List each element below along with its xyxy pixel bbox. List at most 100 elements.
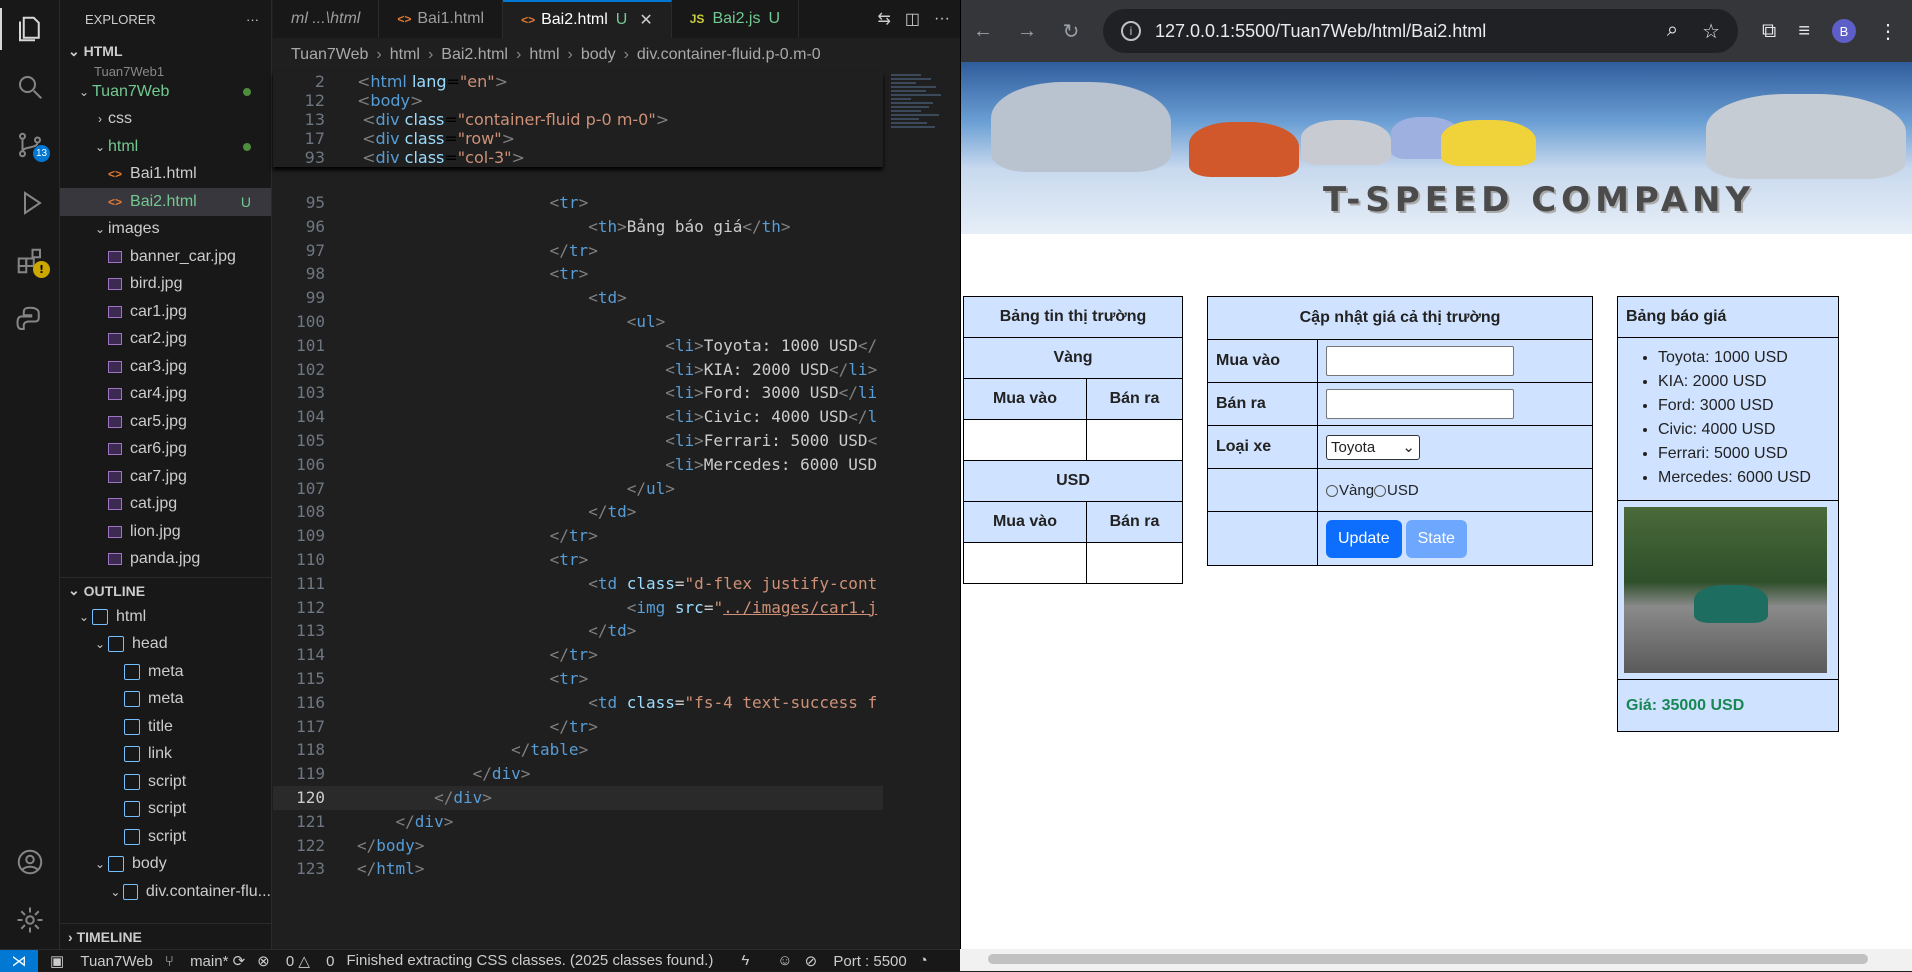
reading-list-icon[interactable]: ≡ [1798,20,1810,43]
tree-item[interactable]: › css [60,106,271,134]
python-icon[interactable] [0,290,60,348]
profile-avatar[interactable]: B [1832,19,1856,43]
code-line: 101 <li>Toyota: 1000 USD</ [273,334,883,358]
tree-item-label: Tuan7Web [92,82,170,100]
tree-item[interactable]: car5.jpg [60,408,271,436]
breadcrumb-item[interactable]: Tuan7Web [291,46,368,64]
car-type-select[interactable]: Toyota ⌄ [1326,434,1420,460]
search-icon[interactable] [0,58,60,116]
more-actions-icon[interactable]: ··· [246,12,259,27]
price-item: Ferrari: 5000 USD [1658,442,1838,466]
source-control-icon[interactable]: 13 [0,116,60,174]
tree-item[interactable]: ⌄ Tuan7Web [60,78,271,106]
tree-item[interactable]: car6.jpg [60,436,271,464]
line-number: 120 [296,787,325,807]
outline-item[interactable]: link [60,741,271,769]
update-button[interactable]: Update [1326,519,1402,558]
line-number: 117 [296,716,325,736]
extensions-icon[interactable]: ! [0,232,60,290]
code-editor[interactable]: 95 <tr> 96 <th>Bảng báo giá</th> 97 </tr> 9… [273,72,883,881]
account-icon[interactable] [0,833,60,891]
outline-label: script [148,800,187,818]
timeline-section-header[interactable]: › TIMELINE [60,923,271,949]
outline-item[interactable]: meta [60,658,271,686]
feedback-icon[interactable]: ϟ [741,952,749,969]
reload-icon[interactable]: ↻ [1049,19,1093,44]
outline-item[interactable]: ⌄ div.container-flu... [60,878,271,906]
problems-status[interactable]: ⊗ 0 △ 0 [257,952,334,970]
tree-item[interactable]: car7.jpg [60,463,271,491]
close-icon[interactable]: ✕ [639,10,652,30]
browser-menu-icon[interactable]: ⋮ [1878,19,1898,44]
tree-item[interactable]: lion.jpg [60,518,271,546]
tree-item[interactable]: <> Bai2.html U [60,188,271,216]
editor-tab[interactable]: JS Bai2.js U [672,0,800,38]
outline-item[interactable]: script [60,823,271,851]
notifications-bell-icon[interactable]: ◔ [919,952,928,969]
tree-item[interactable]: panda.jpg [60,546,271,574]
outline-item[interactable]: script [60,768,271,796]
breadcrumb-item[interactable]: div.container-fluid.p-0.m-0 [637,46,821,64]
branch-status[interactable]: ⑂ main* ⟳ [165,952,245,970]
outline-item[interactable]: ⌄ head [60,631,271,659]
symbol-field-icon [124,773,140,790]
outline-item[interactable]: script [60,796,271,824]
project-status[interactable]: ▣ Tuan7Web [50,952,153,970]
explorer-icon[interactable] [0,0,60,58]
state-button[interactable]: State [1405,519,1467,558]
tree-item[interactable]: ⌄ images [60,216,271,244]
split-editor-icon[interactable]: ◫ [905,9,920,29]
tree-item[interactable]: car3.jpg [60,353,271,381]
outline-item[interactable]: ⌄ body [60,851,271,879]
tree-item[interactable]: car4.jpg [60,381,271,409]
breadcrumb-item[interactable]: html [390,46,420,64]
outline-section-header[interactable]: ⌄ OUTLINE [60,577,271,603]
tree-item[interactable]: car1.jpg [60,298,271,326]
zoom-icon[interactable]: ⌕ [1667,19,1678,44]
tree-item-label: bird.jpg [130,275,183,293]
extensions-puzzle-icon[interactable]: ⧉ [1762,20,1776,43]
forward-icon[interactable]: → [1005,20,1049,43]
bookmark-star-icon[interactable]: ☆ [1702,19,1720,44]
outline-item[interactable]: title [60,713,271,741]
tree-item-label: car1.jpg [130,302,187,320]
run-debug-icon[interactable] [0,174,60,232]
outline-item[interactable]: ⌄ html [60,603,271,631]
usd-sell-header: Bán ra [1085,501,1184,543]
breadcrumb-item[interactable]: body [581,46,616,64]
editor-tab[interactable]: <> Bai1.html [379,0,504,38]
copilot-icon[interactable]: ☺ [777,952,792,969]
tree-item[interactable]: car2.jpg [60,326,271,354]
line-number: 118 [296,740,325,760]
more-actions-icon[interactable]: ··· [934,10,950,28]
port-status[interactable]: ⊘ Port : 5500 [805,952,907,970]
compare-icon[interactable]: ⇆ [877,9,890,29]
gold-radio[interactable] [1326,484,1338,497]
warning-icon: ! [33,261,50,278]
horizontal-scrollbar[interactable] [960,949,1912,971]
sell-input[interactable] [1326,389,1514,419]
tree-item-label: panda.jpg [130,550,201,568]
editor-tab[interactable]: ml ...\html [273,0,380,38]
tree-item[interactable]: ⌄ html [60,133,271,161]
buy-input[interactable] [1326,346,1514,376]
remote-icon[interactable]: ⋊ [0,949,38,972]
site-info-icon[interactable]: i [1121,21,1141,41]
outline-item[interactable]: meta [60,686,271,714]
explorer-section-header[interactable]: ⌄ HTML [60,38,271,64]
tree-item[interactable]: banner_car.jpg [60,243,271,271]
breadcrumb-item[interactable]: Bai2.html [441,46,508,64]
minimap[interactable] [883,72,960,949]
tab-status: U [615,11,628,28]
tree-item[interactable]: <> Bai1.html [60,161,271,189]
usd-radio[interactable] [1374,484,1387,497]
editor-tab[interactable]: <> Bai2.html U ✕ [503,0,672,38]
tree-item[interactable]: bird.jpg [60,271,271,299]
address-bar[interactable]: i 127.0.0.1:5500/Tuan7Web/html/Bai2.html… [1103,9,1739,53]
breadcrumb-item[interactable]: html [529,46,559,64]
price-list-title: Bảng báo giá [1617,296,1839,338]
settings-gear-icon[interactable] [0,891,60,949]
back-icon[interactable]: ← [961,20,1005,43]
tree-item[interactable]: cat.jpg [60,491,271,519]
outline-label: body [132,855,167,873]
